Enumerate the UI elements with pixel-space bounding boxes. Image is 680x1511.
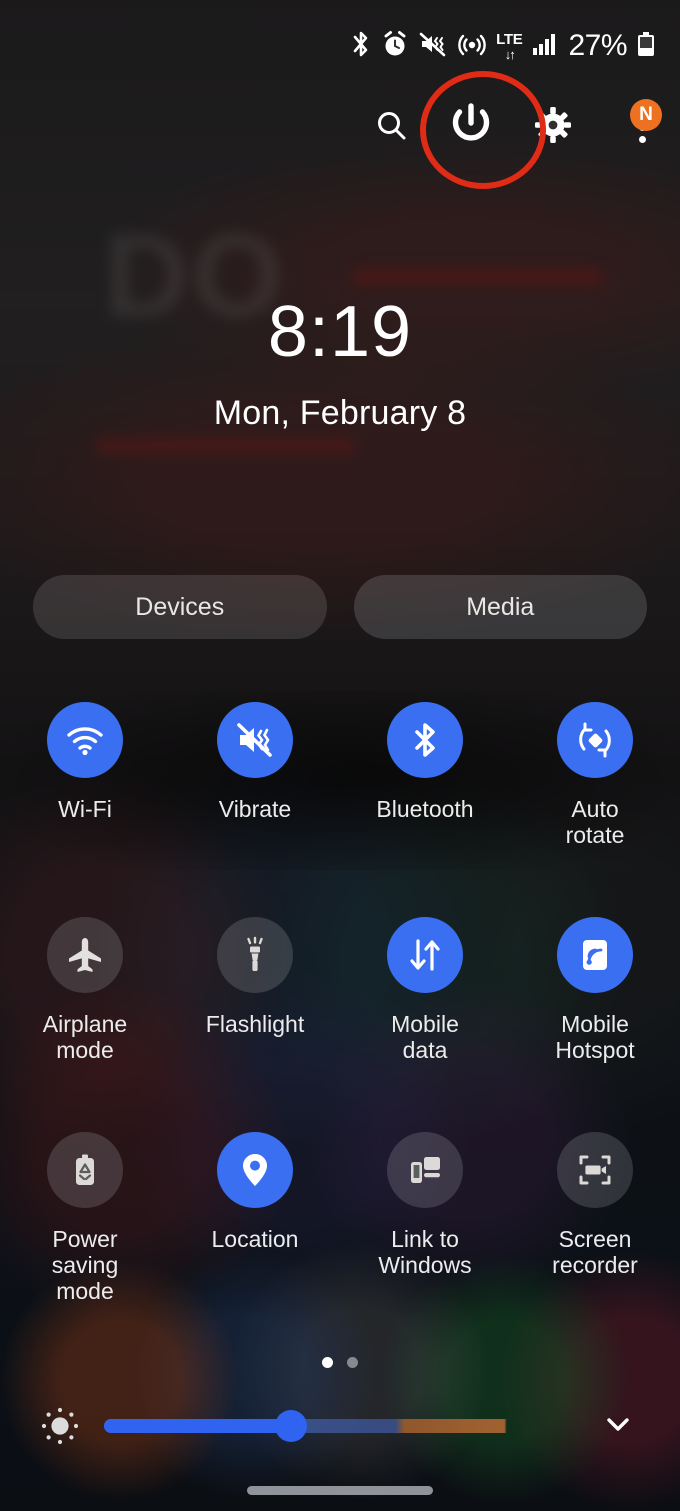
brightness-slider-thumb[interactable]	[274, 1410, 307, 1442]
tile-label: Screen recorder	[552, 1226, 638, 1278]
panel-shortcut-row: Devices Media	[33, 575, 647, 639]
tile-bluetooth[interactable]: Bluetooth	[340, 702, 510, 917]
power-saving-icon	[47, 1132, 123, 1208]
media-button[interactable]: Media	[353, 575, 647, 639]
tile-auto-rotate[interactable]: Auto rotate	[510, 702, 680, 917]
tile-label: Auto rotate	[565, 796, 625, 848]
tile-mobile-hotspot[interactable]: Mobile Hotspot	[510, 917, 680, 1132]
tile-row: Wi-Fi Vibrate Bluetooth Auto rotate	[0, 702, 680, 917]
power-button[interactable]	[440, 96, 502, 158]
brightness-row	[0, 1398, 680, 1454]
clock-date: Mon, February 8	[213, 394, 467, 432]
location-pin-icon	[217, 1132, 293, 1208]
expand-panel-button[interactable]	[595, 1403, 641, 1449]
gear-icon	[534, 106, 572, 149]
tile-screen-recorder[interactable]: Screen recorder	[510, 1132, 680, 1347]
tile-label: Link to Windows	[378, 1226, 472, 1278]
settings-button[interactable]	[522, 96, 584, 158]
brightness-slider-fill	[104, 1419, 291, 1433]
network-type-label: LTE	[496, 30, 523, 48]
notification-badge: N	[630, 99, 662, 131]
network-traffic-arrows: ↓↑	[504, 46, 516, 62]
clock-time: 8:19	[267, 292, 413, 372]
sound-vibrate-status-icon	[418, 29, 448, 64]
tile-row: Airplane mode Flashlight Mobile data Mobile…	[0, 917, 680, 1132]
chevron-down-icon	[601, 1407, 635, 1446]
link-to-windows-icon	[387, 1132, 463, 1208]
tile-link-to-windows[interactable]: Link to Windows	[340, 1132, 510, 1347]
tile-wifi[interactable]: Wi-Fi	[0, 702, 170, 917]
airplane-icon	[47, 917, 123, 993]
tile-power-saving-mode[interactable]: Power saving mode	[0, 1132, 170, 1347]
tile-vibrate[interactable]: Vibrate	[170, 702, 340, 917]
brightness-slider[interactable]	[104, 1410, 559, 1442]
alarm-status-icon	[381, 29, 409, 64]
tile-label: Flashlight	[205, 1011, 305, 1037]
brightness-sun-icon	[36, 1402, 84, 1450]
devices-button[interactable]: Devices	[33, 575, 327, 639]
bluetooth-icon	[387, 702, 463, 778]
hotspot-status-icon	[457, 29, 487, 64]
power-icon	[444, 98, 498, 157]
tile-location[interactable]: Location	[170, 1132, 340, 1347]
tile-label: Vibrate	[218, 796, 292, 822]
tile-mobile-data[interactable]: Mobile data	[340, 917, 510, 1132]
battery-percent-label: 27%	[568, 29, 627, 62]
tile-label: Bluetooth	[376, 796, 474, 822]
more-options-button[interactable]: N	[620, 96, 664, 158]
tile-row: Power saving mode Location Link to Windows…	[0, 1132, 680, 1347]
status-bar: LTE ↓↑ 27%	[0, 0, 680, 92]
tile-flashlight[interactable]: Flashlight	[170, 917, 340, 1132]
search-button[interactable]	[360, 96, 422, 158]
auto-rotate-icon	[557, 702, 633, 778]
tile-airplane-mode[interactable]: Airplane mode	[0, 917, 170, 1132]
search-icon	[372, 106, 410, 149]
signal-bars-icon	[531, 29, 557, 64]
page-indicator	[0, 1357, 680, 1368]
tile-label: Power saving mode	[51, 1226, 119, 1304]
wifi-icon	[47, 702, 123, 778]
page-dot	[347, 1357, 358, 1368]
tile-label: Mobile Hotspot	[555, 1011, 635, 1063]
hotspot-icon	[557, 917, 633, 993]
network-type-indicator: LTE ↓↑	[496, 30, 523, 62]
page-dot	[322, 1357, 333, 1368]
quick-settings-panel: DO	[0, 0, 680, 1511]
mobile-data-icon	[387, 917, 463, 993]
bluetooth-status-icon	[350, 29, 372, 64]
tile-label: Location	[211, 1226, 299, 1252]
tile-label: Wi-Fi	[58, 796, 112, 822]
screen-recorder-icon	[557, 1132, 633, 1208]
vibrate-icon	[217, 702, 293, 778]
gesture-home-bar[interactable]	[247, 1486, 433, 1495]
tile-label: Mobile data	[391, 1011, 459, 1063]
tile-label: Airplane mode	[42, 1011, 128, 1063]
quick-settings-tiles: Wi-Fi Vibrate Bluetooth Auto rotate Airplane…	[0, 702, 680, 1347]
panel-header: N	[0, 96, 680, 158]
flashlight-icon	[217, 917, 293, 993]
battery-icon	[636, 29, 656, 64]
clock-widget: 8:19 Mon, February 8	[0, 296, 680, 433]
